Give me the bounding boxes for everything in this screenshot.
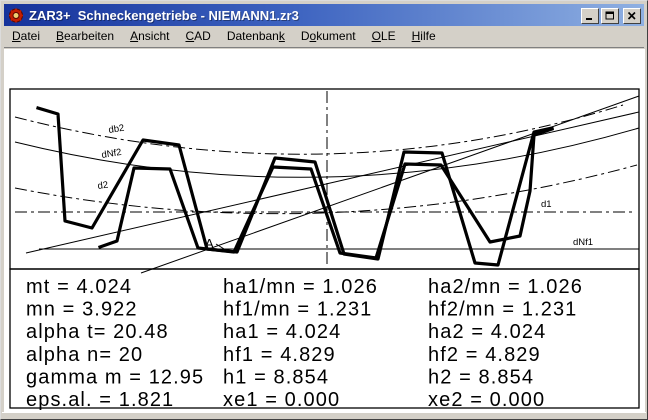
action-line-1 — [141, 96, 639, 273]
point-a-marker: A — [205, 236, 214, 251]
param-col3-row2: hf2/mn = 1.231 — [428, 299, 577, 321]
param-col3-row6: xe2 = 0.000 — [428, 389, 545, 411]
param-col1-row4: alpha n= 20 — [26, 344, 143, 366]
menu-item-datei[interactable]: Datei — [4, 27, 48, 46]
param-col2-row2: hf1/mn = 1.231 — [223, 299, 372, 321]
maximize-button[interactable] — [601, 8, 619, 24]
menu-item-datenbank[interactable]: Datenbank — [219, 27, 293, 46]
menu-item-hilfe[interactable]: Hilfe — [404, 27, 444, 46]
parameter-grid: mt = 4.024mn = 3.922alpha t= 20.48alpha … — [26, 276, 583, 411]
client-area: db2 dNf2 d2 d1 dNf1 A mt = 4.024mn = 3.9… — [4, 49, 645, 415]
window-title: ZAR3+ Schneckengetriebe - NIEMANN1.zr3 — [29, 8, 299, 23]
gear-mesh-drawing: db2 dNf2 d2 d1 dNf1 A mt = 4.024mn = 3.9… — [4, 49, 645, 415]
drawing-box — [10, 89, 639, 269]
dnf1-label: dNf1 — [573, 237, 593, 248]
param-col1-row6: eps.al. = 1.821 — [26, 389, 174, 411]
param-col1-row2: mn = 3.922 — [26, 299, 138, 321]
dnf2-label: dNf2 — [101, 147, 123, 161]
menu-item-dokument[interactable]: Dokument — [293, 27, 364, 46]
close-button[interactable] — [623, 8, 641, 24]
maximize-icon — [605, 11, 615, 21]
param-col1-row3: alpha t= 20.48 — [26, 321, 169, 343]
titlebar: ZAR3+ Schneckengetriebe - NIEMANN1.zr3 — [4, 4, 644, 26]
param-col1-row5: gamma m = 12.95 — [26, 366, 204, 388]
menu-item-ole[interactable]: OLE — [364, 27, 404, 46]
param-col2-row4: hf1 = 4.829 — [223, 344, 336, 366]
app-icon — [8, 8, 24, 23]
param-col2-row3: ha1 = 4.024 — [223, 321, 341, 343]
d2-label: d2 — [97, 180, 109, 192]
app-window: ZAR3+ Schneckengetriebe - NIEMANN1.zr3 D… — [0, 0, 648, 420]
param-col1-row1: mt = 4.024 — [26, 276, 132, 298]
param-col2-row1: ha1/mn = 1.026 — [223, 276, 378, 298]
menu-item-ansicht[interactable]: Ansicht — [122, 27, 177, 46]
window-bottom-frame — [2, 412, 646, 418]
minimize-icon — [585, 11, 595, 21]
param-col3-row3: ha2 = 4.024 — [428, 321, 546, 343]
close-icon — [627, 11, 637, 21]
param-col3-row1: ha2/mn = 1.026 — [428, 276, 583, 298]
menu-item-bearbeiten[interactable]: Bearbeiten — [48, 27, 122, 46]
param-col3-row5: h2 = 8.854 — [428, 366, 534, 388]
db2-label: db2 — [108, 123, 125, 136]
menubar: DateiBearbeitenAnsichtCADDatenbankDokume… — [4, 26, 644, 47]
menu-item-cad[interactable]: CAD — [177, 27, 218, 46]
param-col2-row6: xe1 = 0.000 — [223, 389, 340, 411]
param-col3-row4: hf2 = 4.829 — [428, 344, 541, 366]
minimize-button[interactable] — [581, 8, 599, 24]
param-col2-row5: h1 = 8.854 — [223, 366, 329, 388]
d1-label: d1 — [541, 199, 552, 210]
